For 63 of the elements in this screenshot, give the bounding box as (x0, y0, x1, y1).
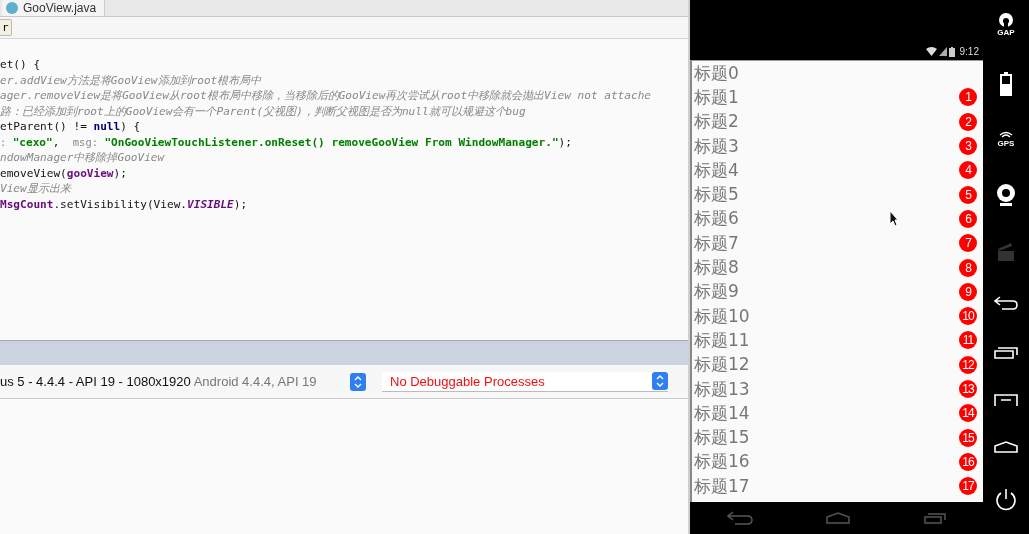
menu-icon[interactable] (994, 394, 1018, 407)
list-item-title: 标题13 (694, 377, 750, 401)
code-line: : "cexo", msg: "OnGooViewTouchListener.onReset() removeGooView From WindowManager."); (0, 134, 573, 150)
code-line: ager.removeView是将GooView从root根布局中移除，当移除后的GooView再次尝试从root中移除就会抛出View not attache (0, 88, 652, 104)
webcam-icon[interactable] (996, 182, 1016, 207)
gps-button[interactable]: GPS (997, 130, 1015, 148)
list-item-title: 标题8 (694, 256, 739, 279)
code-line: emoveView(gooView); (0, 165, 128, 181)
list-item-title: 标题14 (694, 401, 750, 425)
recent-apps-icon[interactable] (994, 345, 1018, 360)
count-badge: 5 (959, 185, 977, 204)
count-badge: 10 (959, 307, 977, 326)
code-line: er.addView方法是将GooView添加到root根布局中 (0, 72, 263, 88)
count-badge: 7 (959, 234, 977, 253)
gapps-button[interactable]: GAP (997, 12, 1015, 37)
list-item-title: 标题10 (694, 304, 750, 328)
stepper-icon (350, 372, 366, 391)
code-line: View显示出来 (0, 181, 73, 197)
list-item-title: 标题12 (694, 353, 750, 377)
count-badge: 2 (959, 112, 977, 131)
list-item-title: 标题9 (694, 280, 739, 304)
mouse-cursor-icon (889, 210, 899, 227)
battery-icon (948, 46, 955, 57)
power-icon[interactable] (994, 487, 1018, 512)
signal-icon (938, 47, 947, 56)
count-badge: 13 (959, 380, 977, 398)
list-item-title: 标题5 (694, 183, 739, 207)
list-item-title: 标题11 (694, 328, 750, 352)
count-badge: 12 (959, 355, 977, 374)
count-badge: 1 (959, 88, 977, 107)
count-badge: 14 (959, 404, 977, 423)
file-tab[interactable]: GooView.java (2, 0, 106, 16)
count-badge: 11 (959, 331, 977, 350)
list-item-title: 标题7 (694, 231, 739, 255)
list-item-title: 标题15 (694, 426, 750, 450)
count-badge: 17 (959, 477, 977, 496)
count-badge: 3 (959, 137, 977, 156)
code-line: MsgCount.setVisibility(View.VISIBLE); (0, 196, 249, 212)
wifi-icon (925, 47, 937, 56)
toolbar-button[interactable]: r (0, 19, 12, 36)
count-badge: 6 (959, 209, 977, 228)
code-line: et() { (0, 57, 42, 73)
count-badge: 16 (959, 452, 977, 471)
process-dropdown[interactable]: No Debuggable Processes (382, 371, 668, 392)
list-item-title: 标题17 (694, 474, 750, 498)
list-item-title: 标题4 (694, 158, 739, 182)
device-dropdown[interactable]: us 5 - 4.4.4 - API 19 - 1080x1920 Android 4.4.4, API 19 (0, 371, 366, 392)
count-badge: 9 (959, 282, 977, 301)
list-item-title: 标题3 (694, 134, 739, 158)
list-item-title: 标题1 (694, 85, 739, 109)
count-badge: 8 (959, 258, 977, 277)
list-item-title: 标题6 (694, 207, 739, 231)
count-badge: 4 (959, 161, 977, 180)
count-badge: 15 (959, 428, 977, 447)
battery-icon[interactable] (1000, 71, 1012, 96)
stepper-icon (652, 372, 668, 390)
status-time: 9:12 (959, 46, 979, 57)
code-line: 路：已经添加到root上的GooView会有一个Parent(父视图)，判断父视图是否为null就可以规避这个bug (0, 103, 527, 119)
code-line: etParent() != null) { (0, 119, 142, 135)
list-item-title: 标题0 (694, 61, 739, 85)
list-item-title: 标题2 (694, 110, 739, 134)
code-line: ndowManager中移除掉GooView (0, 150, 166, 166)
list-item-title: 标题16 (694, 450, 750, 474)
